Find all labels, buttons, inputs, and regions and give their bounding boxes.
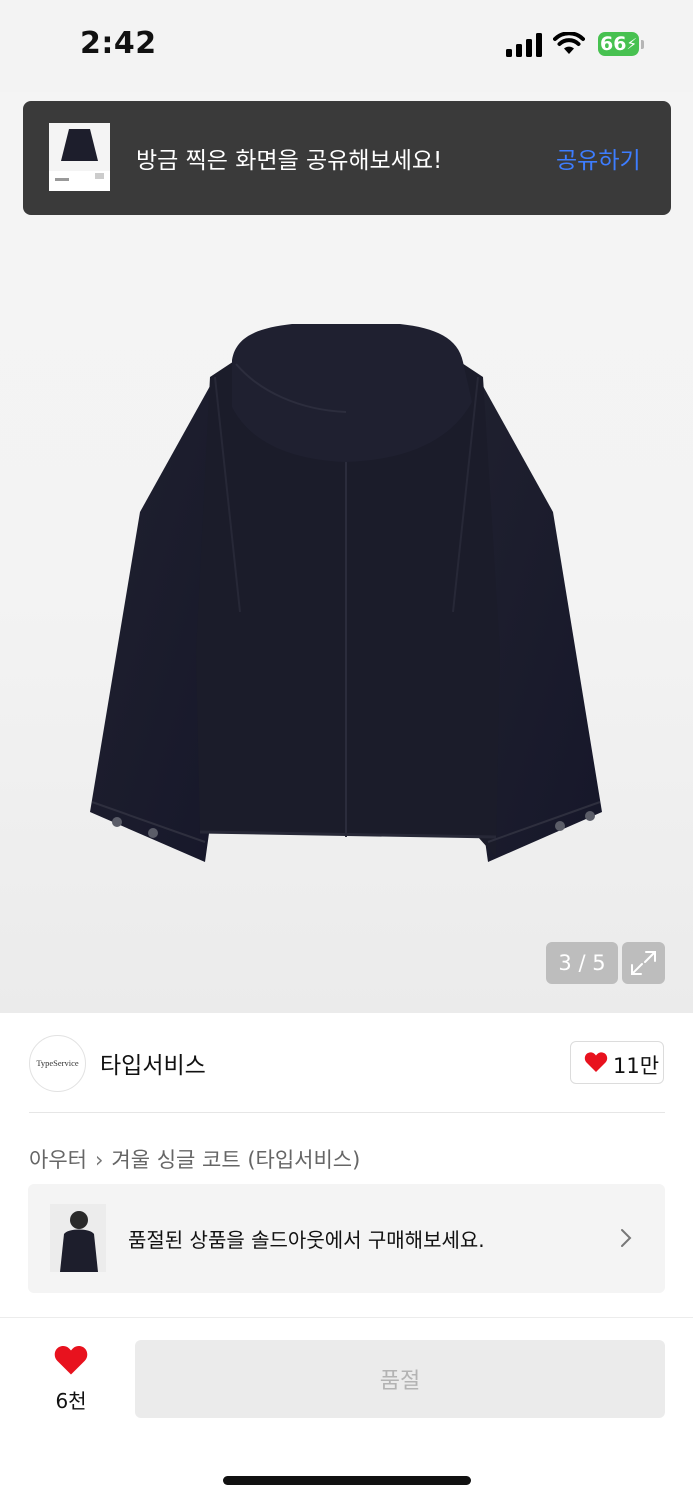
screenshot-thumbnail[interactable] (49, 123, 110, 191)
home-indicator[interactable] (223, 1476, 471, 1485)
heart-icon (54, 1346, 88, 1375)
bottom-bar-divider (0, 1317, 693, 1318)
chevron-right-icon (621, 1229, 632, 1247)
divider (29, 1112, 665, 1113)
battery-nub (641, 40, 644, 49)
screenshot-thumbnail-image (49, 123, 110, 191)
breadcrumb-product: 겨울 싱글 코트 (타입서비스) (111, 1148, 361, 1172)
soldout-thumbnail-image (50, 1204, 106, 1272)
battery-icon: 66 ⚡ (598, 32, 639, 56)
image-page-counter: 3 / 5 (546, 942, 618, 984)
soldout-banner[interactable]: 품절된 상품을 솔드아웃에서 구매해보세요. (28, 1184, 665, 1293)
status-bar: 2:42 66 ⚡ (0, 0, 693, 92)
brand-like-button[interactable]: 11만 (570, 1041, 664, 1084)
product-image-gallery[interactable]: 3 / 5 (0, 92, 693, 1013)
toast-message: 방금 찍은 화면을 공유해보세요! (136, 148, 443, 174)
soldout-thumbnail (50, 1204, 106, 1272)
product-image (90, 324, 602, 862)
screenshot-share-toast: 방금 찍은 화면을 공유해보세요! 공유하기 (23, 101, 671, 215)
expand-image-button[interactable] (622, 942, 665, 984)
wifi-icon (553, 32, 585, 54)
expand-icon (631, 951, 656, 975)
cellular-signal-icon (506, 33, 544, 57)
charging-bolt-icon: ⚡ (626, 35, 637, 53)
breadcrumb-category[interactable]: 아우터 (29, 1148, 87, 1172)
brand-logo[interactable]: TypeService (29, 1035, 86, 1092)
chevron-right-icon: › (94, 1148, 104, 1172)
breadcrumb: 아우터 › 겨울 싱글 코트 (타입서비스) (29, 1144, 360, 1174)
status-time: 2:42 (80, 26, 157, 61)
battery-level: 66 (600, 33, 627, 55)
soldout-message: 품절된 상품을 솔드아웃에서 구매해보세요. (128, 1228, 485, 1252)
brand-like-count: 11만 (613, 1054, 660, 1078)
heart-icon (584, 1052, 608, 1072)
wishlist-button[interactable] (53, 1344, 89, 1380)
soldout-purchase-button[interactable]: 품절 (135, 1340, 665, 1418)
share-button[interactable]: 공유하기 (556, 141, 641, 175)
brand-name[interactable]: 타입서비스 (100, 1046, 206, 1080)
wishlist-count: 6천 (55, 1389, 87, 1413)
